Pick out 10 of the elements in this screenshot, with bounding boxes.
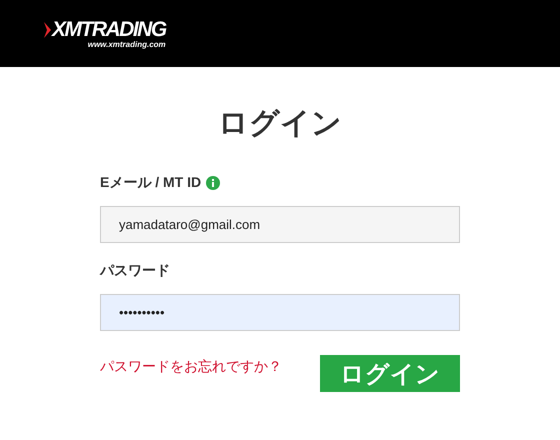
field-label: パスワード [100, 262, 170, 280]
logo-mark-icon [44, 22, 51, 38]
logo-url: www.xmtrading.com [88, 40, 166, 50]
logo-text[interactable]: XMTRADING [52, 19, 166, 40]
input-field[interactable]: •••••••••• [100, 294, 460, 331]
page-title: ログイン [217, 107, 343, 141]
input-field[interactable]: yamadataro@gmail.com [100, 206, 460, 243]
field-label: Eメール / MT ID [100, 174, 202, 192]
info-icon[interactable] [206, 176, 220, 190]
forgot-password-link[interactable]: パスワードをお忘れですか？ [100, 358, 282, 376]
